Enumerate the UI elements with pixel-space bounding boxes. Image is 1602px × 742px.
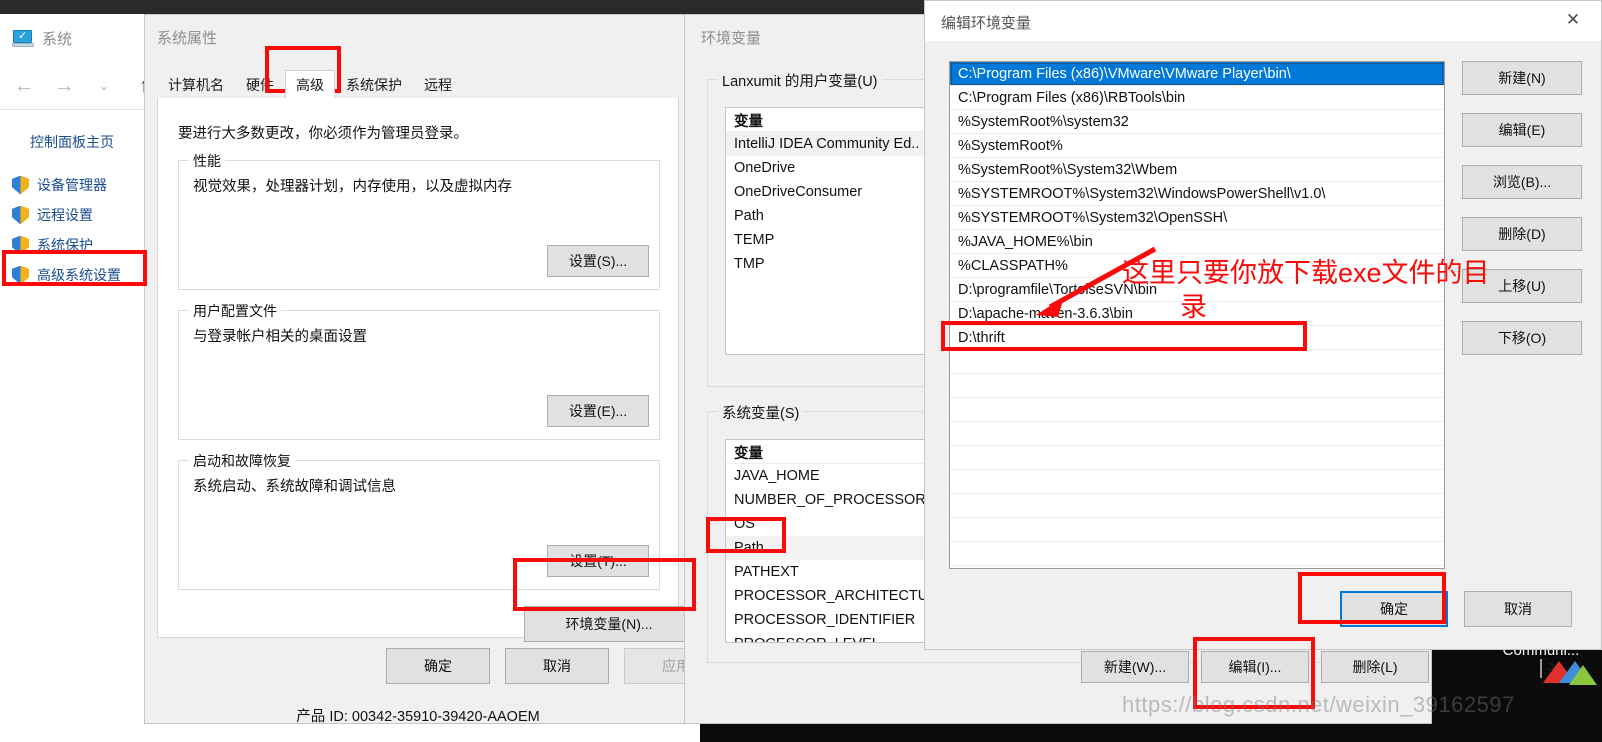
- environment-variables-button[interactable]: 环境变量(N)...: [524, 606, 694, 642]
- communi-desktop-icon[interactable]: Communi...: [1481, 640, 1601, 742]
- startup-recovery-legend: 启动和故障恢复: [189, 451, 295, 471]
- path-move-up-button[interactable]: 上移(U): [1462, 269, 1582, 303]
- explorer-sidebar: 控制面板主页 设备管理器 远程设置 系统保护 高级系统设置: [0, 110, 146, 742]
- user-variables-legend: Lanxumit 的用户变量(U): [718, 70, 882, 91]
- performance-legend: 性能: [189, 151, 225, 171]
- user-profiles-group: 用户配置文件 与登录帐户相关的桌面设置 设置(E)...: [178, 301, 660, 440]
- system-variable-new-button[interactable]: 新建(W)...: [1081, 651, 1189, 683]
- path-delete-button[interactable]: 删除(D): [1462, 217, 1582, 251]
- tab-computer-name[interactable]: 计算机名: [157, 70, 235, 98]
- path-row[interactable]: %SystemRoot%\system32: [950, 110, 1444, 134]
- sidebar-item-label: 高级系统设置: [37, 267, 121, 283]
- sidebar-item-advanced-system-settings[interactable]: 高级系统设置: [8, 260, 148, 290]
- terminal-icon: [1540, 659, 1597, 685]
- path-row-empty[interactable]: .: [950, 398, 1444, 422]
- sidebar-item-label: 远程设置: [37, 207, 93, 223]
- path-row-empty[interactable]: .: [950, 422, 1444, 446]
- control-panel-home-link[interactable]: 控制面板主页: [30, 132, 114, 152]
- sidebar-item-label: 系统保护: [37, 237, 93, 253]
- shield-icon: [12, 176, 29, 195]
- back-icon[interactable]: ←: [6, 69, 42, 103]
- path-row[interactable]: C:\Program Files (x86)\RBTools\bin: [950, 86, 1444, 110]
- performance-settings-button[interactable]: 设置(S)...: [547, 245, 649, 277]
- edit-env-footer: 确定 取消: [925, 587, 1601, 647]
- shield-icon: [12, 266, 29, 285]
- path-row[interactable]: %SystemRoot%: [950, 134, 1444, 158]
- system-variables-legend: 系统变量(S): [718, 402, 804, 423]
- sidebar-list: 设备管理器 远程设置 系统保护 高级系统设置: [8, 170, 148, 290]
- path-row[interactable]: D:\apache-maven-3.6.3\bin: [950, 302, 1444, 326]
- startup-recovery-settings-button[interactable]: 设置(T)...: [547, 545, 649, 577]
- path-browse-button[interactable]: 浏览(B)...: [1462, 165, 1582, 199]
- explorer-title-label: 系统: [42, 31, 73, 48]
- path-row[interactable]: %SYSTEMROOT%\System32\OpenSSH\: [950, 206, 1444, 230]
- sidebar-item-label: 设备管理器: [37, 177, 107, 193]
- path-entries-list[interactable]: C:\Program Files (x86)\VMware\VMware Pla…: [949, 61, 1445, 569]
- user-profiles-legend: 用户配置文件: [189, 301, 281, 321]
- path-row[interactable]: %SYSTEMROOT%\System32\WindowsPowerShell\…: [950, 182, 1444, 206]
- path-edit-button[interactable]: 编辑(E): [1462, 113, 1582, 147]
- tab-remote[interactable]: 远程: [413, 70, 463, 98]
- edit-environment-variable-dialog: 编辑环境变量 ✕ C:\Program Files (x86)\VMware\V…: [924, 0, 1602, 650]
- sidebar-item-device-manager[interactable]: 设备管理器: [8, 170, 148, 200]
- sidebar-item-system-protection[interactable]: 系统保护: [8, 230, 148, 260]
- forward-icon[interactable]: →: [46, 69, 82, 103]
- edit-env-cancel-button[interactable]: 取消: [1464, 591, 1572, 627]
- startup-recovery-description: 系统启动、系统故障和调试信息: [193, 479, 396, 495]
- product-id: 产品 ID: 00342-35910-39420-AAOEM: [296, 709, 540, 725]
- advanced-tab-page: 要进行大多数更改，你必须作为管理员登录。 性能 视觉效果，处理器计划，内存使用，…: [157, 98, 694, 642]
- system-properties-cancel-button[interactable]: 取消: [505, 648, 609, 684]
- startup-recovery-group: 启动和故障恢复 系统启动、系统故障和调试信息 设置(T)...: [178, 451, 660, 590]
- path-row-empty[interactable]: .: [950, 470, 1444, 494]
- system-variables-actions: 新建(W)... 编辑(I)... 删除(L): [1081, 651, 1429, 683]
- edit-env-side-buttons: 新建(N) 编辑(E) 浏览(B)... 删除(D) 上移(U) 下移(O): [1462, 61, 1582, 373]
- path-row-empty[interactable]: .: [950, 494, 1444, 518]
- edit-env-titlebar: 编辑环境变量 ✕: [925, 1, 1601, 41]
- sidebar-item-remote-settings[interactable]: 远程设置: [8, 200, 148, 230]
- user-profiles-settings-button[interactable]: 设置(E)...: [547, 395, 649, 427]
- system-variable-edit-button[interactable]: 编辑(I)...: [1201, 651, 1309, 683]
- tab-hardware[interactable]: 硬件: [235, 70, 285, 98]
- system-icon: [12, 29, 34, 47]
- performance-group: 性能 视觉效果，处理器计划，内存使用，以及虚拟内存 设置(S)...: [178, 151, 660, 290]
- path-row[interactable]: D:\programfile\TortoiseSVN\bin: [950, 278, 1444, 302]
- system-properties-ok-button[interactable]: 确定: [386, 648, 490, 684]
- path-row-empty[interactable]: .: [950, 542, 1444, 566]
- performance-description: 视觉效果，处理器计划，内存使用，以及虚拟内存: [193, 179, 512, 195]
- recent-locations-icon[interactable]: ⌄: [86, 69, 122, 103]
- admin-note: 要进行大多数更改，你必须作为管理员登录。: [178, 126, 468, 142]
- screen-root: Communi... 系统 ← → ⌄ ↑ 控制面板主页: [0, 0, 1602, 742]
- path-row-empty[interactable]: .: [950, 350, 1444, 374]
- tab-system-protection[interactable]: 系统保护: [335, 70, 413, 98]
- shield-icon: [12, 236, 29, 255]
- path-row[interactable]: %SystemRoot%\System32\Wbem: [950, 158, 1444, 182]
- system-properties-dialog: 系统属性 计算机名 硬件 高级 系统保护 远程 要进行大多数更改，你必须作为管理…: [144, 14, 728, 725]
- path-row-empty[interactable]: .: [950, 374, 1444, 398]
- path-row[interactable]: %CLASSPATH%: [950, 254, 1444, 278]
- path-row-empty[interactable]: .: [950, 518, 1444, 542]
- edit-env-title: 编辑环境变量: [941, 15, 1032, 32]
- path-row-empty[interactable]: .: [950, 446, 1444, 470]
- explorer-title: 系统: [12, 28, 72, 49]
- system-properties-tabs: 计算机名 硬件 高级 系统保护 远程: [157, 69, 679, 99]
- environment-variables-title: 环境变量: [701, 30, 762, 47]
- user-profiles-description: 与登录帐户相关的桌面设置: [193, 329, 367, 345]
- path-row-highlighted[interactable]: D:\thrift: [950, 326, 1444, 350]
- system-variable-delete-button[interactable]: 删除(L): [1321, 651, 1429, 683]
- system-properties-title: 系统属性: [157, 30, 218, 47]
- path-new-button[interactable]: 新建(N): [1462, 61, 1582, 95]
- path-row-selected[interactable]: C:\Program Files (x86)\VMware\VMware Pla…: [950, 62, 1444, 86]
- shield-icon: [12, 206, 29, 225]
- path-move-down-button[interactable]: 下移(O): [1462, 321, 1582, 355]
- close-icon[interactable]: ✕: [1551, 5, 1595, 35]
- edit-env-ok-button[interactable]: 确定: [1340, 591, 1448, 627]
- path-row[interactable]: %JAVA_HOME%\bin: [950, 230, 1444, 254]
- tab-advanced[interactable]: 高级: [285, 70, 335, 98]
